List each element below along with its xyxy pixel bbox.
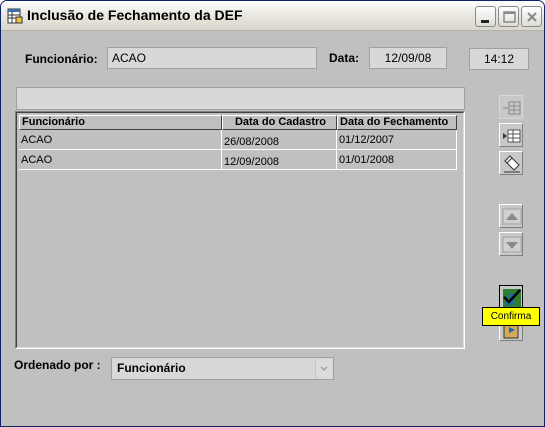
table-icon — [7, 8, 23, 24]
close-button[interactable] — [521, 6, 542, 27]
insert-row-button[interactable] — [499, 123, 523, 147]
order-select-value: Funcionário — [117, 361, 186, 375]
maximize-button[interactable] — [498, 6, 519, 27]
edit-button[interactable] — [499, 151, 523, 175]
window: Inclusão de Fechamento da DEF Funcionári… — [0, 0, 545, 427]
funcionario-field[interactable]: ACAO — [107, 47, 317, 69]
window-title: Inclusão de Fechamento da DEF — [27, 7, 243, 23]
time-field: 14:12 — [469, 48, 529, 70]
title-bar[interactable]: Inclusão de Fechamento da DEF — [1, 1, 544, 31]
funcionario-label: Funcionário: — [25, 52, 98, 66]
chevron-down-icon — [320, 366, 328, 372]
data-grid[interactable]: Funcionário Data do Cadastro Data do Fec… — [19, 115, 457, 170]
add-row-button[interactable] — [499, 95, 523, 119]
maximize-icon — [503, 11, 516, 23]
confirm-button[interactable] — [499, 285, 523, 309]
info-bar — [16, 87, 465, 110]
cell-data-cadastro[interactable]: 12/09/2008 — [222, 150, 337, 170]
insert-row-icon — [503, 129, 521, 143]
order-select[interactable]: Funcionário — [111, 357, 334, 380]
order-label: Ordenado por : — [14, 358, 101, 372]
tooltip-confirma: Confirma — [482, 307, 540, 326]
table-row[interactable]: ACAO 12/09/2008 01/01/2008 — [19, 150, 457, 170]
dropdown-button[interactable] — [315, 359, 332, 378]
move-up-icon — [502, 208, 522, 225]
column-header-funcionario[interactable]: Funcionário — [19, 115, 222, 130]
minimize-button[interactable] — [475, 6, 496, 27]
move-down-icon — [502, 236, 522, 253]
cell-funcionario[interactable]: ACAO — [19, 130, 222, 150]
column-header-data-fechamento[interactable]: Data do Fechamento — [337, 115, 457, 130]
cell-data-fechamento[interactable]: 01/01/2008 — [337, 150, 457, 170]
cell-funcionario[interactable]: ACAO — [19, 150, 222, 170]
column-header-data-cadastro[interactable]: Data do Cadastro — [222, 115, 337, 130]
close-icon — [527, 12, 537, 22]
edit-icon — [504, 155, 520, 173]
cell-data-cadastro[interactable]: 26/08/2008 — [222, 130, 337, 150]
add-row-icon — [503, 101, 521, 115]
move-up-button[interactable] — [499, 204, 523, 228]
data-field[interactable]: 12/09/08 — [369, 47, 447, 69]
confirm-icon — [503, 289, 521, 307]
grid-header: Funcionário Data do Cadastro Data do Fec… — [19, 115, 457, 130]
move-down-button[interactable] — [499, 232, 523, 256]
table-row[interactable]: ACAO 26/08/2008 01/12/2007 — [19, 130, 457, 150]
grid-panel: Funcionário Data do Cadastro Data do Fec… — [15, 111, 465, 349]
data-label: Data: — [329, 51, 360, 65]
cell-data-fechamento[interactable]: 01/12/2007 — [337, 130, 457, 150]
minimize-icon — [481, 20, 489, 23]
